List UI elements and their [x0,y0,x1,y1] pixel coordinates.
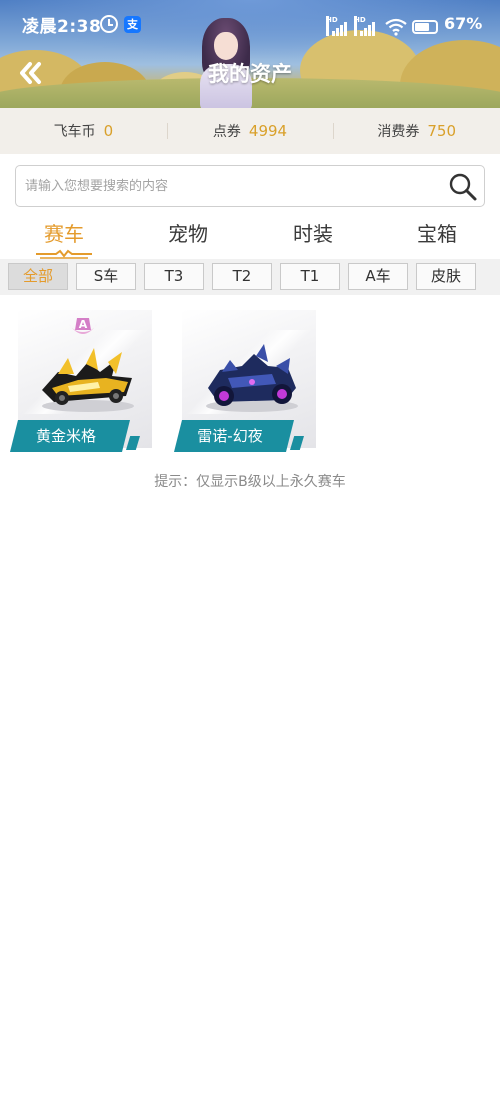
filter-t1[interactable]: T1 [280,263,340,290]
wifi-icon [385,18,407,36]
tab-fashion[interactable]: 时装 [293,218,333,247]
battery-icon [412,20,438,34]
signal-icon: HD [354,16,376,36]
currency-label: 消费券 [377,124,420,140]
search-box[interactable] [15,165,485,207]
filter-all[interactable]: 全部 [8,263,68,290]
car-name: 雷诺-幻夜 [197,427,263,445]
currency-label: 飞车币 [53,124,96,140]
filter-row: 全部 S车 T3 T2 T1 A车 皮肤 [0,259,500,295]
filter-t2[interactable]: T2 [212,263,272,290]
filter-skin[interactable]: 皮肤 [416,263,476,290]
currency-value: 0 [103,122,114,140]
currency-value: 4994 [248,122,288,140]
tab-chests[interactable]: 宝箱 [417,218,457,247]
car-card[interactable]: A 黄金米格 [14,310,154,454]
header-banner: 凌晨2:38 支 HD HD 67% 我的资产 [0,0,500,108]
hint-text: 提示：仅显示B级以上永久赛车 [154,474,346,490]
car-image-dark [206,344,298,412]
battery-level: 67% [444,14,483,33]
car-name: 黄金米格 [35,427,96,445]
alipay-icon: 支 [124,16,141,33]
filter-s-car[interactable]: S车 [76,263,136,290]
status-time: 凌晨2:38 [22,17,102,37]
currency-value: 750 [427,122,456,140]
filter-a-car[interactable]: A车 [348,263,408,290]
alarm-icon [100,15,118,33]
currency-xiaofeiquan: 消费券 750 [333,121,500,141]
currency-label: 点券 [212,124,241,140]
car-image-golden [42,348,134,412]
status-bar: 凌晨2:38 支 HD HD 67% [0,8,500,40]
page-title: 我的资产 [208,62,292,86]
rank-badge-letter: A [79,318,88,331]
search-input[interactable] [25,174,425,198]
category-tabs: 赛车 宠物 时装 宝箱 [0,212,500,259]
tab-cars[interactable]: 赛车 [44,218,84,247]
search-icon[interactable] [448,172,478,202]
currency-dianquan: 点券 4994 [166,121,334,141]
currency-bar: 飞车币 0 点券 4994 消费券 750 [0,108,500,154]
signal-icon: HD [326,16,348,36]
filter-t3[interactable]: T3 [144,263,204,290]
car-card[interactable]: 雷诺-幻夜 [178,310,318,454]
tab-pets[interactable]: 宠物 [168,218,208,247]
currency-feicheb: 飞车币 0 [0,121,167,141]
